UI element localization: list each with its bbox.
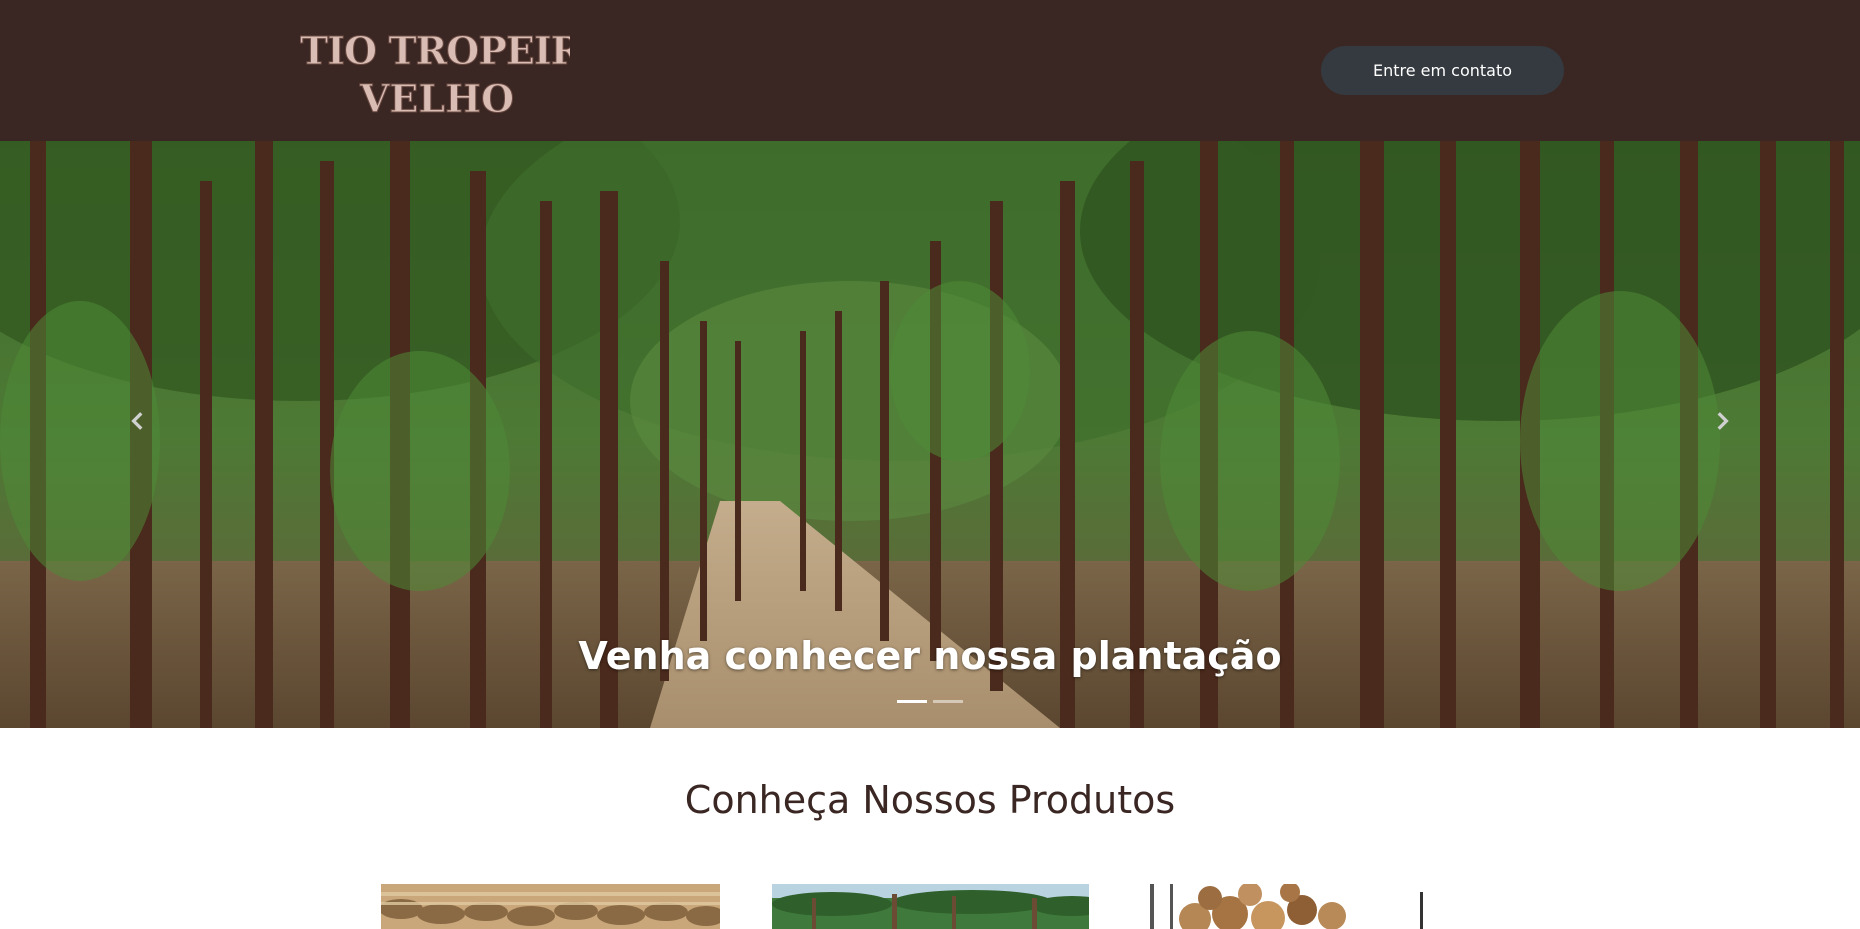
carousel-indicator-1[interactable] xyxy=(897,700,927,703)
logo-image: SITIO TROPEIRO VELHO xyxy=(256,28,615,122)
carousel-indicators xyxy=(0,700,1860,703)
carousel-indicator-2[interactable] xyxy=(933,700,963,703)
logo[interactable]: SITIO TROPEIRO VELHO xyxy=(256,12,615,122)
product-card-1[interactable] xyxy=(381,884,720,929)
contact-button[interactable]: Entre em contato xyxy=(1321,46,1564,95)
carousel-caption: Venha conhecer nossa plantação xyxy=(578,634,1282,678)
logo-line1: SITIO TROPEIRO xyxy=(300,28,570,73)
product-card-3[interactable] xyxy=(1150,884,1460,929)
product-card-2[interactable] xyxy=(772,884,1089,929)
product-image-1 xyxy=(381,884,720,929)
products-title: Conheça Nossos Produtos xyxy=(684,778,1176,822)
logo-line2: VELHO xyxy=(359,76,514,121)
hero-carousel: Venha conhecer nossa plantação xyxy=(0,141,1860,728)
carousel-prev-button[interactable] xyxy=(108,391,168,451)
product-image-3 xyxy=(1150,884,1460,929)
chevron-right-icon xyxy=(1717,412,1729,430)
product-image-2 xyxy=(772,884,1089,929)
carousel-next-button[interactable] xyxy=(1692,391,1752,451)
site-header: SITIO TROPEIRO VELHO Entre em contato xyxy=(0,0,1860,141)
chevron-left-icon xyxy=(131,412,143,430)
